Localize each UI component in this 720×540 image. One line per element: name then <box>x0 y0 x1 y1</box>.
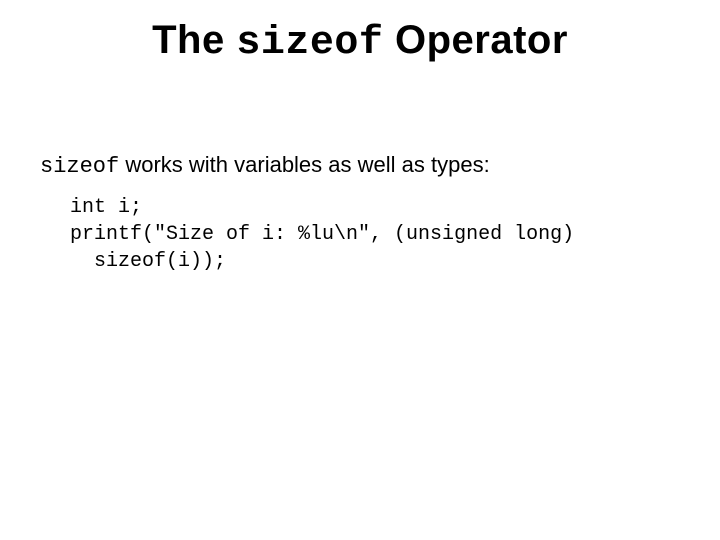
intro-rest: works with variables as well as types: <box>119 152 489 177</box>
intro-code: sizeof <box>40 154 119 179</box>
code-block: int i; printf("Size of i: %lu\n", (unsig… <box>70 194 680 275</box>
slide: The sizeof Operator sizeof works with va… <box>0 0 720 540</box>
title-pre: The <box>152 18 236 62</box>
slide-body: sizeof works with variables as well as t… <box>40 150 680 275</box>
intro-line: sizeof works with variables as well as t… <box>40 150 680 182</box>
code-line-1: int i; <box>70 196 142 219</box>
title-post: Operator <box>383 18 568 62</box>
code-line-3: sizeof(i)); <box>70 250 226 273</box>
slide-title: The sizeof Operator <box>0 18 720 66</box>
title-code: sizeof <box>236 21 383 66</box>
code-line-2: printf("Size of i: %lu\n", (unsigned lon… <box>70 223 574 246</box>
